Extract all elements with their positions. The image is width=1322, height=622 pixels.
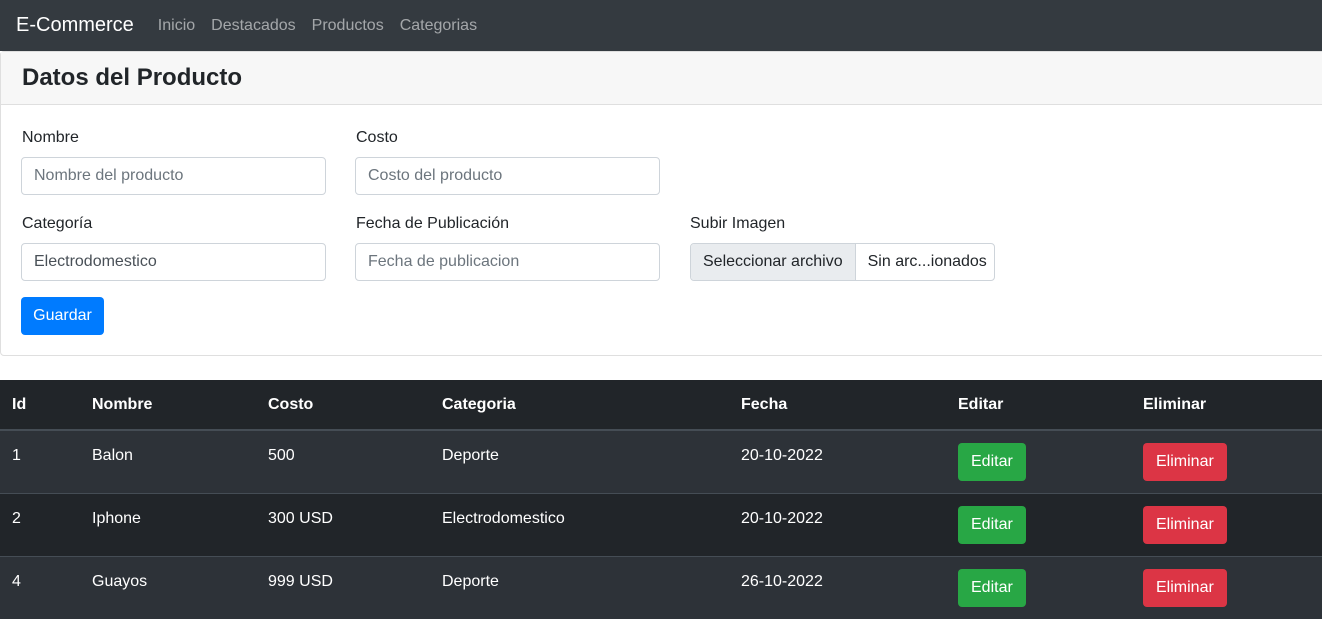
products-table: Id Nombre Costo Categoria Fecha Editar E…: [0, 380, 1322, 619]
delete-button[interactable]: Eliminar: [1143, 568, 1227, 607]
cell-nombre: Guayos: [80, 555, 256, 619]
nombre-label: Nombre: [22, 129, 79, 146]
cell-fecha: 20-10-2022: [729, 492, 946, 556]
cell-id: 4: [0, 555, 80, 619]
cell-costo: 300 USD: [256, 492, 430, 556]
delete-button[interactable]: Eliminar: [1143, 505, 1227, 544]
header-editar: Editar: [946, 380, 1131, 431]
header-costo: Costo: [256, 380, 430, 431]
fecha-input[interactable]: [355, 243, 660, 281]
costo-label: Costo: [356, 129, 398, 146]
cell-eliminar: Eliminar: [1131, 492, 1322, 556]
nav-link-inicio[interactable]: Inicio: [158, 17, 195, 35]
table-row: 1 Balon 500 Deporte 20-10-2022 Editar El…: [0, 429, 1322, 493]
cell-costo: 999 USD: [256, 555, 430, 619]
cell-costo: 500: [256, 429, 430, 493]
delete-button[interactable]: Eliminar: [1143, 443, 1227, 481]
cell-fecha: 26-10-2022: [729, 555, 946, 619]
page-title: Datos del Producto: [22, 64, 243, 91]
header-nombre: Nombre: [80, 380, 256, 431]
cell-categoria: Deporte: [430, 429, 729, 493]
cell-categoria: Electrodomestico: [430, 492, 729, 556]
choose-file-button[interactable]: Seleccionar archivo: [691, 244, 856, 280]
header-id: Id: [0, 380, 80, 431]
imagen-label: Subir Imagen: [690, 215, 786, 232]
table-row: 4 Guayos 999 USD Deporte 26-10-2022 Edit…: [0, 555, 1322, 619]
costo-input[interactable]: [355, 157, 660, 195]
cell-categoria: Deporte: [430, 555, 729, 619]
fecha-label: Fecha de Publicación: [356, 215, 509, 232]
nav-link-destacados[interactable]: Destacados: [211, 17, 296, 35]
categoria-input[interactable]: [21, 243, 326, 281]
edit-button[interactable]: Editar: [958, 568, 1026, 607]
header-eliminar: Eliminar: [1131, 380, 1322, 431]
categoria-label: Categoría: [22, 215, 93, 232]
image-file-input[interactable]: Seleccionar archivo Sin arc...ionados: [690, 243, 995, 281]
nombre-input[interactable]: [21, 157, 326, 195]
product-form-card: Datos del Producto Nombre Costo Categorí…: [0, 51, 1322, 356]
header-categoria: Categoria: [430, 380, 729, 431]
cell-editar: Editar: [946, 429, 1131, 493]
navbar: E-Commerce Inicio Destacados Productos C…: [0, 0, 1322, 51]
nav-link-productos[interactable]: Productos: [312, 17, 384, 35]
table-header: Id Nombre Costo Categoria Fecha Editar E…: [0, 380, 1322, 431]
cell-eliminar: Eliminar: [1131, 429, 1322, 493]
header-fecha: Fecha: [729, 380, 946, 431]
nav-link-categorias[interactable]: Categorias: [400, 17, 477, 35]
cell-editar: Editar: [946, 555, 1131, 619]
cell-editar: Editar: [946, 492, 1131, 556]
cell-id: 1: [0, 429, 80, 493]
cell-id: 2: [0, 492, 80, 556]
edit-button[interactable]: Editar: [958, 443, 1026, 481]
cell-fecha: 20-10-2022: [729, 429, 946, 493]
edit-button[interactable]: Editar: [958, 505, 1026, 544]
cell-nombre: Balon: [80, 429, 256, 493]
file-name-text: Sin arc...ionados: [867, 253, 987, 270]
cell-nombre: Iphone: [80, 492, 256, 556]
card-header: Datos del Producto: [1, 52, 1322, 105]
brand-link[interactable]: E-Commerce: [16, 14, 134, 37]
cell-eliminar: Eliminar: [1131, 555, 1322, 619]
table-row: 2 Iphone 300 USD Electrodomestico 20-10-…: [0, 492, 1322, 556]
save-button[interactable]: Guardar: [21, 297, 104, 335]
